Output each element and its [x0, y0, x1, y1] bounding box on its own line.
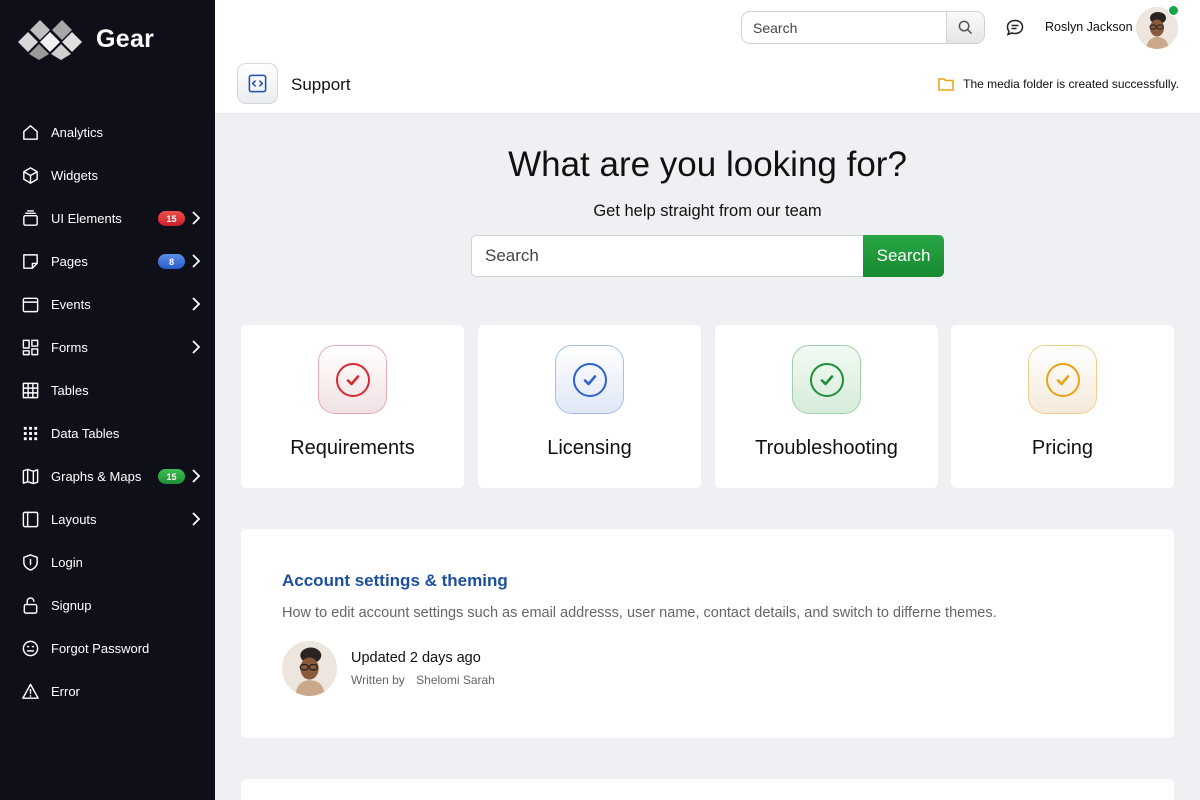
- category-label: Requirements: [290, 437, 415, 459]
- chat-icon[interactable]: [1005, 18, 1025, 38]
- sidebar-item-error[interactable]: Error: [0, 670, 215, 713]
- author-photo: [282, 641, 337, 696]
- sidebar-item-label: Error: [51, 684, 80, 699]
- chevron-right-icon: [191, 211, 201, 225]
- notice-text: The media folder is created successfully…: [963, 77, 1179, 91]
- sidebar-item-events[interactable]: Events: [0, 283, 215, 326]
- sidebar-item-layouts[interactable]: Layouts: [0, 498, 215, 541]
- layout-icon: [20, 510, 40, 530]
- user-name[interactable]: Roslyn Jackson: [1045, 20, 1133, 34]
- header-search-input[interactable]: [742, 12, 947, 43]
- written-by-label: Written by: [351, 673, 405, 687]
- category-label: Licensing: [547, 437, 632, 459]
- chevron-right-icon: [191, 512, 201, 526]
- sidebar-item-label: Analytics: [51, 125, 104, 140]
- pages-icon: [20, 252, 40, 272]
- sidebar-item-forms[interactable]: Forms: [0, 326, 215, 369]
- chevron-right-icon: [191, 297, 201, 311]
- sidebar-item-widgets[interactable]: Widgets: [0, 154, 215, 197]
- sidebar-item-signup[interactable]: Signup: [0, 584, 215, 627]
- lock-icon: [20, 596, 40, 616]
- support-search-button[interactable]: Search: [863, 235, 944, 277]
- online-status-dot: [1168, 5, 1179, 16]
- sidebar-nav: Analytics Widgets UI Elements 15 Pages 8…: [0, 111, 215, 713]
- forms-icon: [20, 338, 40, 358]
- sidebar-item-graphs-maps[interactable]: Graphs & Maps 15: [0, 455, 215, 498]
- home-icon: [20, 123, 40, 143]
- app-logo[interactable]: Gear: [18, 18, 154, 60]
- folder-icon: [938, 78, 954, 91]
- check-circle-icon: [1028, 345, 1097, 414]
- sidebar-item-label: Pages: [51, 254, 88, 269]
- chevron-right-icon: [191, 254, 201, 268]
- sidebar-item-label: Tables: [51, 383, 89, 398]
- support-search: Search: [471, 235, 944, 277]
- sidebar-item-label: UI Elements: [51, 211, 122, 226]
- support-search-input[interactable]: [471, 235, 864, 277]
- article-byline: Written by Shelomi Sarah: [351, 673, 495, 687]
- check-circle-icon: [555, 345, 624, 414]
- header-search-button[interactable]: [946, 12, 984, 43]
- hero-subtitle: Get help straight from our team: [593, 202, 822, 220]
- shield-icon: [20, 553, 40, 573]
- category-label: Pricing: [1031, 437, 1094, 459]
- check-circle-icon: [792, 345, 861, 414]
- search-icon: [958, 20, 973, 35]
- sidebar-item-label: Forgot Password: [51, 641, 150, 656]
- category-card-requirements[interactable]: Requirements: [241, 325, 464, 488]
- sidebar-item-label: Data Tables: [51, 426, 120, 441]
- table-icon: [20, 381, 40, 401]
- author-avatar: [282, 641, 337, 696]
- page-icon: [237, 63, 278, 104]
- article-updated: Updated 2 days ago: [351, 650, 481, 666]
- page-title: Support: [291, 75, 351, 94]
- article-description: How to edit account settings such as ema…: [282, 605, 997, 621]
- count-badge: 8: [158, 254, 185, 269]
- category-card-pricing[interactable]: Pricing: [951, 325, 1174, 488]
- sidebar-item-label: Graphs & Maps: [51, 469, 142, 484]
- hero-title: What are you looking for?: [508, 145, 907, 184]
- chevron-right-icon: [191, 340, 201, 354]
- code-icon: [248, 74, 267, 93]
- sidebar-item-login[interactable]: Login: [0, 541, 215, 584]
- sidebar-item-forgot-password[interactable]: Forgot Password: [0, 627, 215, 670]
- sidebar-item-pages[interactable]: Pages 8: [0, 240, 215, 283]
- warning-icon: [20, 682, 40, 702]
- chevron-right-icon: [191, 469, 201, 483]
- header-search: [741, 11, 985, 44]
- logo-text: Gear: [96, 24, 155, 53]
- status-notice: The media folder is created successfully…: [938, 77, 1179, 91]
- grid-dots-icon: [20, 424, 40, 444]
- count-badge: 15: [158, 469, 185, 484]
- face-icon: [20, 639, 40, 659]
- category-card-licensing[interactable]: Licensing: [478, 325, 701, 488]
- article-card: [241, 779, 1174, 800]
- cube-icon: [20, 166, 40, 186]
- category-card-troubleshooting[interactable]: Troubleshooting: [715, 325, 938, 488]
- sidebar-item-label: Widgets: [51, 168, 98, 183]
- sidebar-item-ui-elements[interactable]: UI Elements 15: [0, 197, 215, 240]
- count-badge: 15: [158, 211, 185, 226]
- category-label: Troubleshooting: [755, 437, 898, 459]
- sidebar-item-label: Login: [51, 555, 83, 570]
- sidebar-item-analytics[interactable]: Analytics: [0, 111, 215, 154]
- calendar-icon: [20, 295, 40, 315]
- sidebar-item-tables[interactable]: Tables: [0, 369, 215, 412]
- author-name: Shelomi Sarah: [416, 673, 495, 687]
- article-title[interactable]: Account settings & theming: [282, 571, 508, 591]
- sidebar-item-label: Forms: [51, 340, 88, 355]
- sidebar-item-label: Events: [51, 297, 91, 312]
- layers-icon: [20, 209, 40, 229]
- check-circle-icon: [318, 345, 387, 414]
- map-icon: [20, 467, 40, 487]
- article-card: Account settings & theming How to edit a…: [241, 529, 1174, 738]
- sidebar-item-data-tables[interactable]: Data Tables: [0, 412, 215, 455]
- top-header: Roslyn Jackson Support The media folder …: [215, 0, 1200, 114]
- sidebar-item-label: Signup: [51, 598, 92, 613]
- gear-logo-icon: [18, 20, 82, 60]
- sidebar: Gear Analytics Widgets UI Elements 15 Pa…: [0, 0, 215, 800]
- sidebar-item-label: Layouts: [51, 512, 97, 527]
